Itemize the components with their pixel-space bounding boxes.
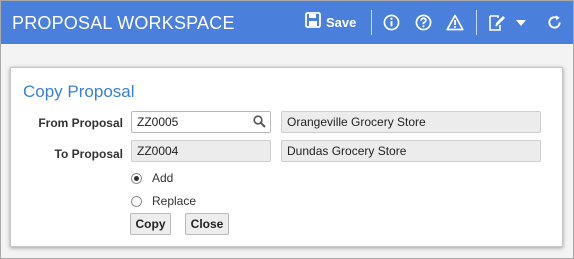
save-label: Save [326,15,357,30]
dropdown-caret-icon[interactable] [514,1,528,44]
info-icon[interactable] [381,1,401,44]
copy-proposal-dialog: Copy Proposal From Proposal ZZ0005 Orang… [10,67,563,247]
to-proposal-input: ZZ0004 [131,140,271,162]
page-title: PROPOSAL WORKSPACE [12,13,235,33]
to-proposal-description: Dundas Grocery Store [281,140,541,162]
toolbar-divider [371,10,372,35]
add-radio-label: Add [152,171,174,185]
from-proposal-label: From Proposal [38,116,123,130]
top-bar: PROPOSAL WORKSPACE Save [1,1,573,44]
save-icon [305,12,321,33]
from-proposal-input[interactable]: ZZ0005 [131,111,271,133]
note-edit-icon[interactable] [486,1,506,44]
from-proposal-description-text: Orangeville Grocery Store [287,115,426,129]
save-button[interactable]: Save [305,1,356,44]
to-proposal-description-text: Dundas Grocery Store [287,144,407,158]
add-radio-button[interactable] [131,172,142,184]
replace-radio-button[interactable] [131,195,142,207]
from-proposal-description: Orangeville Grocery Store [281,111,541,133]
close-button[interactable]: Close [185,213,229,235]
replace-radio-label: Replace [152,194,197,208]
add-radio-option[interactable]: Add [131,171,173,185]
dialog-title: Copy Proposal [23,82,135,101]
to-proposal-value: ZZ0004 [137,144,179,158]
toolbar-divider [476,10,477,35]
to-proposal-label: To Proposal [54,147,123,161]
search-icon[interactable] [253,115,266,131]
replace-radio-option[interactable]: Replace [131,194,196,208]
copy-button[interactable]: Copy [130,213,171,235]
from-proposal-value: ZZ0005 [137,115,179,129]
help-icon[interactable] [413,1,433,44]
refresh-icon[interactable] [544,1,564,44]
warning-icon[interactable] [445,1,465,44]
